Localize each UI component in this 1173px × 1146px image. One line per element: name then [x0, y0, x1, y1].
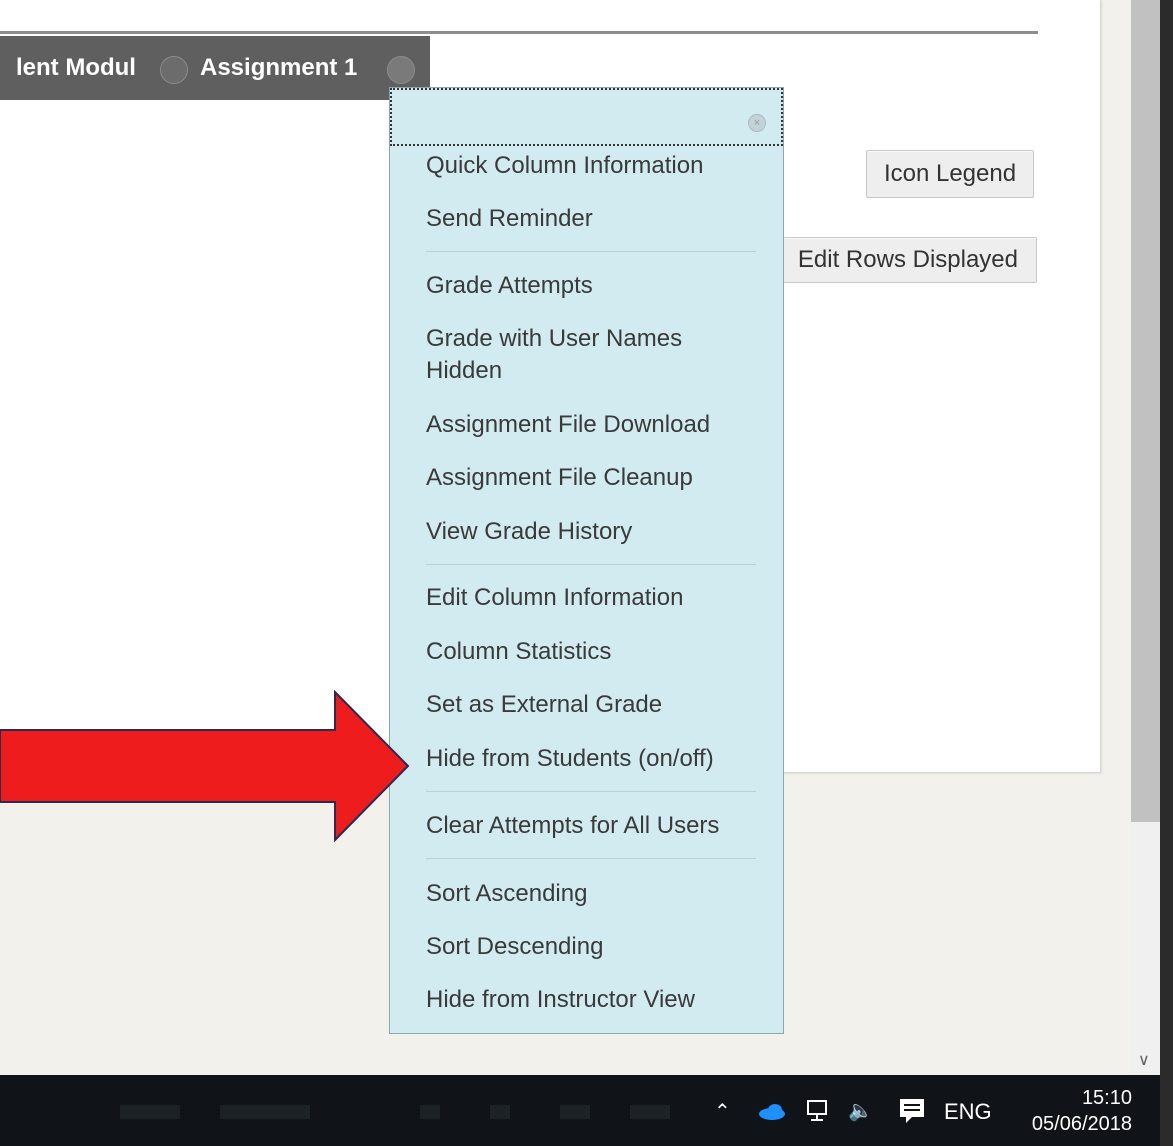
menu-item-label-line: Hidden	[426, 357, 503, 384]
taskbar-clock[interactable]: 15:10 05/06/2018	[1018, 1085, 1132, 1137]
column-context-menu: × Quick Column Information Send Reminder…	[389, 87, 784, 1034]
action-center-icon[interactable]	[898, 1097, 926, 1125]
menu-item-view-grade-history[interactable]: View Grade History	[426, 516, 632, 548]
icon-legend-button[interactable]: Icon Legend	[866, 150, 1034, 198]
menu-item-hide-from-students[interactable]: Hide from Students (on/off)	[426, 743, 714, 775]
menu-separator	[426, 251, 756, 252]
menu-item-grade-user-names-hidden[interactable]: Grade with User Names Hidden	[426, 323, 682, 387]
volume-icon[interactable]: 🔈	[848, 1098, 873, 1123]
taskbar-app-icon[interactable]	[220, 1105, 310, 1119]
column-header-bar: lent Modul Assignment 1	[0, 36, 430, 100]
column-options-icon[interactable]	[160, 56, 188, 84]
menu-item-label-line: Grade with User Names	[426, 325, 683, 352]
menu-item-grade-attempts[interactable]: Grade Attempts	[426, 270, 593, 302]
red-arrow-annotation-icon	[0, 690, 410, 843]
scrollbar-thumb[interactable]	[1131, 0, 1160, 822]
edit-rows-displayed-button[interactable]: Edit Rows Displayed	[779, 237, 1037, 283]
window-edge	[1160, 0, 1173, 1146]
column-options-active-icon[interactable]	[387, 56, 415, 84]
close-menu-icon[interactable]: ×	[748, 114, 766, 132]
menu-separator	[426, 791, 756, 792]
clock-date: 05/06/2018	[1031, 1113, 1132, 1135]
breadcrumb-previous-column[interactable]: lent Modul	[16, 54, 136, 82]
menu-item-send-reminder[interactable]: Send Reminder	[426, 203, 593, 235]
menu-item-edit-column-information[interactable]: Edit Column Information	[426, 582, 683, 614]
menu-item-set-as-external-grade[interactable]: Set as External Grade	[426, 689, 662, 721]
menu-item-clear-attempts[interactable]: Clear Attempts for All Users	[426, 810, 719, 842]
column-title-assignment[interactable]: Assignment 1	[200, 54, 357, 82]
top-divider	[0, 31, 1038, 34]
network-icon[interactable]	[806, 1099, 832, 1123]
taskbar-app-icon[interactable]	[490, 1105, 510, 1119]
menu-item-assignment-file-download[interactable]: Assignment File Download	[426, 409, 710, 441]
scroll-down-arrow-icon[interactable]: ∨	[1138, 1050, 1150, 1070]
menu-separator	[426, 564, 756, 565]
menu-item-sort-descending[interactable]: Sort Descending	[426, 931, 603, 963]
clock-time: 15:10	[1081, 1087, 1132, 1109]
context-menu-header: ×	[390, 88, 783, 146]
taskbar-app-icon[interactable]	[560, 1105, 590, 1119]
windows-taskbar: ⌃ 🔈 ENG 15:10 05/06/2018	[0, 1075, 1160, 1146]
menu-item-hide-from-instructor-view[interactable]: Hide from Instructor View	[426, 984, 695, 1016]
onedrive-icon[interactable]	[757, 1103, 787, 1121]
menu-item-quick-column-information[interactable]: Quick Column Information	[426, 150, 703, 182]
menu-separator	[426, 858, 756, 859]
menu-item-sort-ascending[interactable]: Sort Ascending	[426, 878, 587, 910]
taskbar-app-icon[interactable]	[420, 1105, 440, 1119]
menu-item-assignment-file-cleanup[interactable]: Assignment File Cleanup	[426, 462, 693, 494]
taskbar-app-icon[interactable]	[630, 1105, 670, 1119]
show-hidden-icons-icon[interactable]: ⌃	[714, 1099, 731, 1124]
taskbar-app-icon[interactable]	[120, 1105, 180, 1119]
menu-item-column-statistics[interactable]: Column Statistics	[426, 636, 611, 668]
language-indicator[interactable]: ENG	[944, 1099, 992, 1125]
